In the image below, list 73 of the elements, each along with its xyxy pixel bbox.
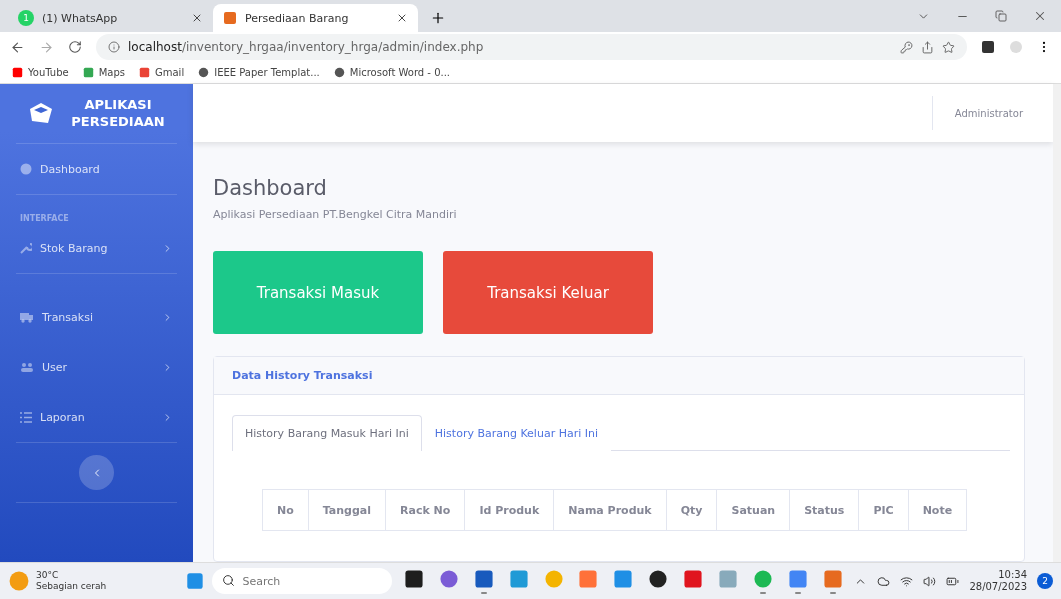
- close-icon[interactable]: [1033, 9, 1047, 23]
- app-logo-icon: [223, 11, 237, 25]
- restore-icon[interactable]: [995, 10, 1007, 22]
- app-icon: [403, 568, 424, 589]
- action-button[interactable]: Transaksi Keluar: [443, 251, 653, 334]
- search-field[interactable]: Search: [212, 568, 393, 594]
- avatar-icon: [1009, 40, 1023, 54]
- bookmark[interactable]: Maps: [82, 67, 125, 78]
- list-icon: [20, 411, 32, 423]
- badge: 1: [18, 10, 34, 26]
- clock-time: 10:34: [998, 568, 1028, 581]
- star-icon[interactable]: [942, 40, 955, 54]
- app-icon: [473, 568, 494, 589]
- address-bar[interactable]: localhost/inventory_hrgaa/inventory_hrga/admin/index.php: [96, 34, 967, 60]
- sidebar-toggle-button[interactable]: [79, 455, 114, 490]
- bookmark[interactable]: IEEE Paper Templat...: [198, 67, 320, 78]
- search-icon: [222, 574, 236, 587]
- tab-title: (1) WhatsApp: [42, 11, 119, 25]
- info-icon: [108, 41, 120, 53]
- url-text: localhost/inventory_hrgaa/inventory_hrga/admin/index.php: [128, 40, 484, 54]
- sidebar-item[interactable]: User: [8, 342, 185, 392]
- bookmark[interactable]: YouTube: [12, 67, 69, 78]
- column-header[interactable]: Status: [789, 489, 859, 531]
- scrollbar[interactable]: [1053, 84, 1061, 562]
- clock-date: 28/07/2023: [969, 581, 1028, 594]
- cloud-icon[interactable]: [877, 574, 891, 588]
- forward-icon[interactable]: [39, 39, 54, 55]
- app-icon: [683, 568, 704, 589]
- app-icon: [788, 568, 808, 589]
- column-header[interactable]: No: [262, 489, 309, 531]
- column-header[interactable]: Note: [908, 489, 967, 531]
- notification-badge[interactable]: 2: [1037, 573, 1054, 589]
- weather-text: Sebagian cerah: [36, 581, 107, 592]
- column-header[interactable]: Nama Produk: [553, 489, 667, 531]
- app-icon: [613, 568, 634, 589]
- users-icon: [20, 361, 34, 373]
- column-header[interactable]: Satuan: [716, 489, 790, 531]
- temperature: 30°C: [36, 570, 60, 581]
- column-header[interactable]: Qty: [666, 489, 717, 531]
- column-header[interactable]: Tanggal: [308, 489, 386, 531]
- close-icon[interactable]: [191, 12, 203, 24]
- sidebar-item[interactable]: Transaksi: [8, 292, 185, 342]
- brand-title: APLIKASI PERSEDIAAN: [70, 96, 166, 131]
- column-header[interactable]: PIC: [858, 489, 909, 531]
- share-icon[interactable]: [921, 40, 934, 54]
- sidebar-heading: INTERFACE: [19, 213, 70, 223]
- key-icon[interactable]: [900, 40, 913, 54]
- app-icon: [822, 568, 843, 589]
- bookmark[interactable]: Microsoft Word - 0...: [333, 67, 451, 78]
- new-tab-icon[interactable]: [430, 10, 446, 26]
- sidebar-item[interactable]: Dashboard: [8, 144, 185, 194]
- page-title: Dashboard: [213, 176, 328, 200]
- reload-icon[interactable]: [68, 40, 82, 54]
- sidebar-item[interactable]: Laporan: [8, 392, 185, 442]
- tab-title: Persediaan Barang: [245, 11, 350, 25]
- tab[interactable]: History Barang Masuk Hari Ini: [232, 415, 422, 451]
- page-subtitle: Aplikasi Persediaan PT.Bengkel Citra Mandiri: [213, 208, 458, 221]
- action-button[interactable]: Transaksi Masuk: [213, 251, 423, 334]
- truck-icon: [20, 311, 34, 323]
- column-header[interactable]: Rack No: [385, 489, 465, 531]
- sidebar-item[interactable]: Stok Barang: [8, 223, 185, 273]
- browser-tab[interactable]: 1 (1) WhatsApp: [8, 4, 213, 32]
- app-icon: [718, 568, 739, 589]
- close-icon[interactable]: [396, 12, 408, 24]
- app-icon: [578, 568, 599, 589]
- wifi-icon[interactable]: [900, 574, 914, 588]
- browser-tab[interactable]: Persediaan Barang: [213, 4, 418, 32]
- speaker-icon[interactable]: [923, 574, 937, 588]
- app-icon: [508, 568, 529, 589]
- column-header[interactable]: Id Produk: [464, 489, 554, 531]
- card-title: Data History Transaksi: [232, 369, 373, 382]
- back-icon[interactable]: [10, 39, 25, 55]
- bookmark[interactable]: Gmail: [139, 67, 185, 78]
